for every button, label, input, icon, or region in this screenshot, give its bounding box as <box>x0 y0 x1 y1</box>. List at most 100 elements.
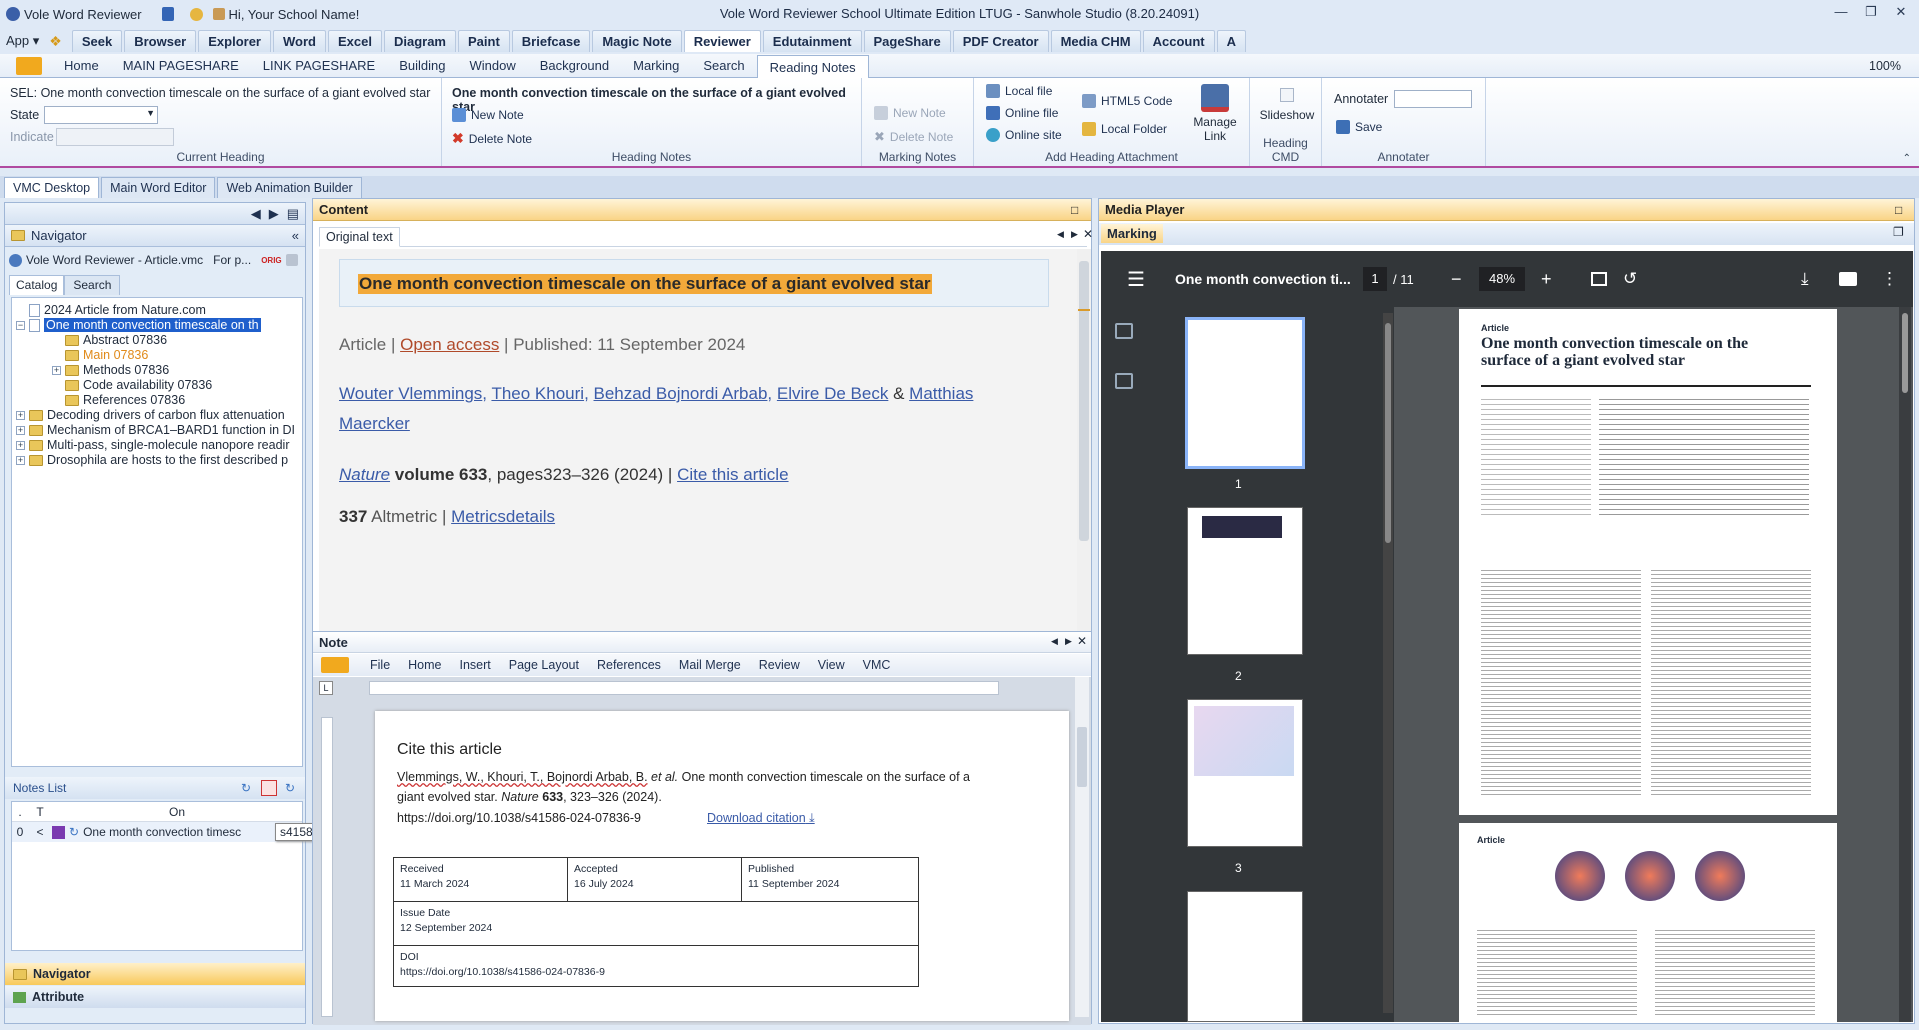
target-icon[interactable]: ❖ <box>49 33 62 50</box>
doc-tab-main-word-editor[interactable]: Main Word Editor <box>101 177 216 198</box>
online-file-button[interactable]: Online file <box>986 106 1058 120</box>
menu-tab-browser[interactable]: Browser <box>124 30 197 52</box>
content-scrollbar[interactable] <box>1077 249 1091 649</box>
collapse-ribbon-icon[interactable]: ⌃ <box>1903 153 1911 164</box>
ribbon-tab-link-pageshare[interactable]: LINK PAGESHARE <box>251 54 387 78</box>
menu-tab-account[interactable]: Account <box>1142 30 1215 52</box>
thumbnail-page-4[interactable] <box>1187 891 1303 1022</box>
menu-tab-edutainment[interactable]: Edutainment <box>762 30 862 52</box>
ribbon-tab-window[interactable]: Window <box>457 54 527 78</box>
pdf-scrollbar[interactable] <box>1899 307 1911 1022</box>
word-menu-insert[interactable]: Insert <box>451 658 500 672</box>
sync-icon[interactable]: ↻ <box>285 781 295 795</box>
word-menu-view[interactable]: View <box>809 658 854 672</box>
notes-table-row[interactable]: 0 < ↻ One month convection timesc <box>12 822 302 842</box>
doc-tab-vmc-desktop[interactable]: VMC Desktop <box>4 177 100 198</box>
thumbnail-page-2[interactable] <box>1187 507 1303 655</box>
refresh-icon[interactable]: ↻ <box>241 781 251 795</box>
author-link[interactable]: Elvire De Beck <box>777 384 888 403</box>
state-dropdown[interactable]: ▼ <box>44 106 158 124</box>
pdf-page-1[interactable]: Article One month convection timescale o… <box>1459 309 1837 815</box>
back-icon[interactable]: ◀ <box>251 206 261 222</box>
menu-tab-a[interactable]: A <box>1216 30 1247 52</box>
thumbnail-page-3[interactable] <box>1187 699 1303 847</box>
vertical-ruler[interactable] <box>321 717 333 1017</box>
download-icon[interactable]: ⤓ <box>1801 269 1809 289</box>
editor-scrollbar[interactable] <box>1075 677 1089 1017</box>
menu-tab-excel[interactable]: Excel <box>327 30 382 52</box>
next-icon[interactable]: ▶ <box>1065 636 1072 647</box>
vmc-file-name[interactable]: Vole Word Reviewer - Article.vmc <box>26 253 203 267</box>
fit-page-icon[interactable] <box>1591 272 1607 286</box>
menu-tab-paint[interactable]: Paint <box>458 30 510 52</box>
ribbon-tab-marking[interactable]: Marking <box>621 54 691 78</box>
expand-icon[interactable]: + <box>16 455 25 465</box>
journal-link[interactable]: Nature <box>339 465 390 484</box>
outline-icon[interactable] <box>1115 373 1133 389</box>
delete-note-button[interactable]: ✖ Delete Note <box>452 130 532 147</box>
word-menu-mail-merge[interactable]: Mail Merge <box>670 658 750 672</box>
author-link[interactable]: Behzad Bojnordi Arbab <box>594 384 768 403</box>
word-menu-review[interactable]: Review <box>750 658 809 672</box>
print-icon[interactable] <box>1839 272 1857 286</box>
word-menu-file[interactable]: File <box>361 658 399 672</box>
menu-tab-reviewer[interactable]: Reviewer <box>683 30 761 52</box>
menu-tab-magic-note[interactable]: Magic Note <box>592 30 682 52</box>
close-tab-icon[interactable]: ✕ <box>1083 227 1093 241</box>
word-menu-references[interactable]: References <box>588 658 670 672</box>
restore-button[interactable]: ❐ <box>1860 4 1882 22</box>
menu-tab-seek[interactable]: Seek <box>71 30 123 52</box>
marking-delete-note-button[interactable]: ✖ Delete Note <box>874 129 953 145</box>
open-access-link[interactable]: Open access <box>400 335 499 354</box>
expand-icon[interactable]: + <box>52 365 61 375</box>
new-note-button[interactable]: New Note <box>452 108 524 122</box>
author-link[interactable]: Theo Khouri <box>491 384 584 403</box>
metrics-link[interactable]: Metricsdetails <box>451 507 555 526</box>
forward-icon[interactable]: ▶ <box>269 206 279 222</box>
zoom-input[interactable]: 48% <box>1479 267 1525 291</box>
next-tab-icon[interactable]: ▶ <box>1071 229 1078 240</box>
word-menu-page-layout[interactable]: Page Layout <box>500 658 588 672</box>
rotate-icon[interactable]: ↺ <box>1623 269 1637 289</box>
download-citation-link[interactable]: Download citation ⤓ <box>707 811 815 826</box>
expand-icon[interactable]: + <box>16 440 25 450</box>
zoom-in-icon[interactable]: + <box>1541 269 1552 290</box>
manage-link-button[interactable]: Manage Link <box>1190 84 1240 143</box>
expand-icon[interactable]: + <box>16 425 25 435</box>
more-options-icon[interactable]: ⋮ <box>1881 269 1898 289</box>
prev-tab-icon[interactable]: ◀ <box>1057 229 1064 240</box>
word-menu-home[interactable]: Home <box>399 658 450 672</box>
menu-icon[interactable]: ☰ <box>1127 267 1145 292</box>
tab-selector-icon[interactable]: L <box>319 681 333 695</box>
panel-menu-icon[interactable]: ▤ <box>287 206 299 222</box>
ribbon-tab-reading-notes[interactable]: Reading Notes <box>756 54 869 80</box>
minimize-button[interactable]: — <box>1830 4 1852 22</box>
shield-icon[interactable] <box>161 7 174 21</box>
html5-code-button[interactable]: HTML5 Code <box>1082 94 1172 108</box>
ribbon-tab-home[interactable]: Home <box>52 54 111 78</box>
restore-icon[interactable]: ❐ <box>1893 225 1904 239</box>
menu-tab-diagram[interactable]: Diagram <box>383 30 456 52</box>
app-menu[interactable]: App ▾ <box>6 33 39 49</box>
menu-tab-pageshare[interactable]: PageShare <box>863 30 951 52</box>
menu-tab-briefcase[interactable]: Briefcase <box>511 30 591 52</box>
menu-tab-explorer[interactable]: Explorer <box>198 30 271 52</box>
maximize-icon[interactable]: □ <box>1895 203 1902 217</box>
close-note-icon[interactable]: ✕ <box>1077 634 1087 648</box>
navigator-pane-button[interactable]: Navigator <box>5 963 305 985</box>
ribbon-tab-search[interactable]: Search <box>691 54 756 78</box>
user-icon[interactable] <box>189 7 203 21</box>
quick-access-button[interactable] <box>16 56 42 75</box>
cite-article-link[interactable]: Cite this article <box>677 465 788 484</box>
local-file-button[interactable]: Local file <box>986 84 1052 98</box>
slideshow-button[interactable]: Slideshow <box>1258 88 1316 122</box>
menu-tab-word[interactable]: Word <box>273 30 326 52</box>
local-folder-button[interactable]: Local Folder <box>1082 122 1167 136</box>
save-button[interactable]: Save <box>1336 120 1382 134</box>
orig-icon[interactable]: ORIG <box>261 256 281 265</box>
thumbs-scrollbar[interactable] <box>1383 313 1393 1013</box>
prev-icon[interactable]: ◀ <box>1051 636 1058 647</box>
ribbon-tab-building[interactable]: Building <box>387 54 457 78</box>
tree-node[interactable]: + Drosophila are hosts to the first descr… <box>16 451 288 469</box>
marking-new-note-button[interactable]: New Note <box>874 106 946 120</box>
